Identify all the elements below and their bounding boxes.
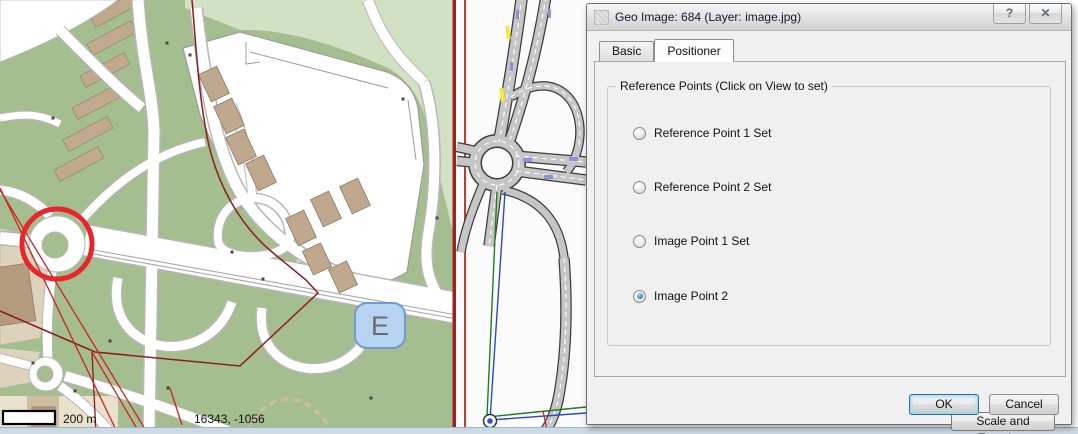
help-button[interactable]: ?: [993, 4, 1026, 24]
scale-bar: [1, 409, 57, 426]
e-badge-label: E: [371, 311, 389, 341]
e-route-badge: E: [354, 302, 406, 349]
window-icon: [594, 10, 609, 25]
close-icon: ✕: [1040, 6, 1051, 20]
close-button[interactable]: ✕: [1029, 4, 1062, 24]
osm-map-panel[interactable]: E 200 m 16343, -1056: [0, 0, 460, 434]
radio-label: Image Point 2: [654, 289, 729, 303]
radio-icon: [633, 234, 646, 248]
scale-label: 200 m: [63, 412, 96, 426]
radio-label: Image Point 1 Set: [654, 234, 750, 248]
radio-icon: [633, 180, 646, 194]
radio-image-point-1[interactable]: Image Point 1 Set: [633, 233, 749, 249]
window-bottom-strip: [0, 427, 1078, 434]
image-layer-panel[interactable]: [455, 0, 586, 434]
reference-points-group: Reference Points (Click on View to set) …: [607, 79, 1051, 346]
radio-reference-point-1[interactable]: Reference Point 1 Set: [633, 125, 771, 141]
app-screen: E 200 m 16343, -1056 Geo Image: 684 (Lay…: [0, 0, 1078, 434]
map-view[interactable]: E 200 m 16343, -1056: [0, 0, 586, 434]
roundabout: [28, 215, 86, 273]
radio-icon: [633, 126, 646, 140]
ok-button[interactable]: OK: [909, 394, 979, 415]
radio-label: Reference Point 1 Set: [654, 126, 772, 140]
help-icon: ?: [1005, 6, 1014, 20]
group-title: Reference Points (Click on View to set): [616, 79, 832, 93]
geo-image-dialog: Geo Image: 684 (Layer: image.jpg) ? ✕ Ba…: [586, 3, 1072, 434]
radio-reference-point-2[interactable]: Reference Point 2 Set: [633, 179, 771, 195]
image-boundary-left: [452, 0, 457, 434]
tab-positioner[interactable]: Positioner: [654, 39, 734, 62]
cancel-button[interactable]: Cancel: [989, 394, 1059, 415]
tab-page: Reference Points (Click on View to set) …: [594, 61, 1066, 434]
image-point-marker[interactable]: [482, 413, 498, 429]
radio-label: Reference Point 2 Set: [654, 180, 772, 194]
tab-basic[interactable]: Basic: [599, 41, 655, 61]
radio-icon: [633, 289, 646, 303]
dialog-title: Geo Image: 684 (Layer: image.jpg): [615, 10, 802, 24]
radio-image-point-2[interactable]: Image Point 2: [633, 288, 728, 304]
dialog-titlebar[interactable]: Geo Image: 684 (Layer: image.jpg) ? ✕: [587, 4, 1071, 31]
cursor-coordinates: 16343, -1056: [194, 412, 265, 426]
tab-bar: Basic Positioner: [599, 39, 734, 62]
